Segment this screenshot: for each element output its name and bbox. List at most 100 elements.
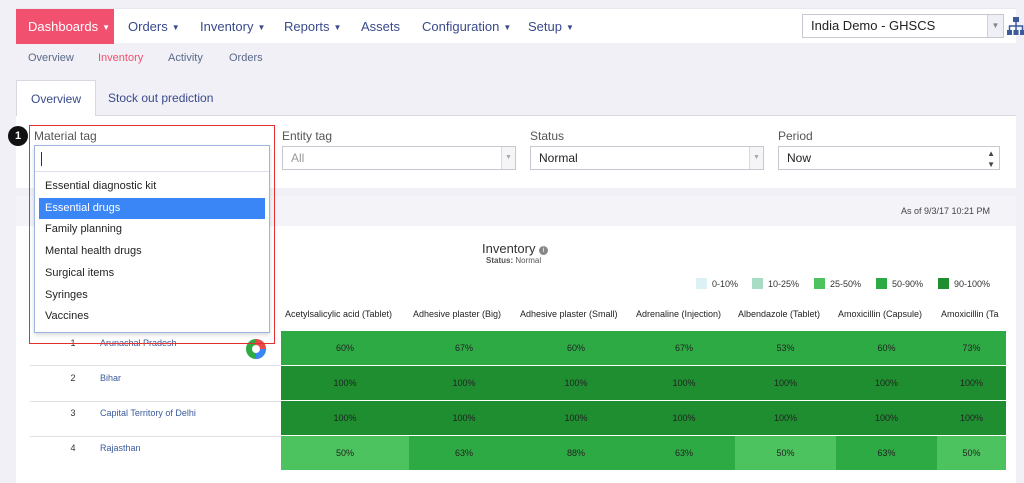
annotation-highlight: [29, 125, 275, 344]
legend-label: 0-10%: [712, 279, 739, 289]
tab-stock-out-prediction[interactable]: Stock out prediction: [94, 80, 227, 117]
nav-orders[interactable]: Orders ▼: [128, 9, 180, 44]
heatmap-cell[interactable]: 50%: [281, 436, 409, 470]
nav-orders-label: Orders: [128, 19, 168, 34]
caret-down-icon: ▼: [102, 23, 111, 32]
column-header: Acetylsalicylic acid (Tablet): [285, 309, 393, 319]
chevron-down-icon: ▼: [501, 147, 515, 169]
row-number: 2: [70, 373, 76, 383]
nav-setup[interactable]: Setup ▼: [528, 9, 574, 44]
info-icon[interactable]: i: [539, 246, 549, 255]
top-nav: Dashboards ▼ Orders ▼ Inventory ▼ Reports ▼ …: [16, 8, 1024, 44]
nav-reports-label: Reports: [284, 19, 330, 34]
heatmap-cell[interactable]: 63%: [409, 436, 519, 470]
nav-assets-label: Assets: [361, 19, 401, 34]
heatmap-cell[interactable]: 100%: [937, 366, 1006, 400]
annotation-callout: 1: [8, 126, 28, 146]
subnav-activity[interactable]: Activity: [168, 52, 203, 64]
column-header: Adrenaline (Injection): [636, 309, 722, 319]
legend-label: 50-90%: [892, 279, 924, 289]
caret-down-icon: ▼: [171, 23, 180, 32]
heatmap-cell[interactable]: 88%: [519, 436, 633, 470]
nav-assets[interactable]: Assets: [361, 9, 400, 44]
heatmap-cell[interactable]: 100%: [937, 401, 1006, 435]
heatmap-cell[interactable]: 53%: [735, 331, 836, 365]
status-select[interactable]: Normal ▼: [530, 146, 764, 170]
heatmap-cell[interactable]: 100%: [409, 401, 519, 435]
heatmap-cell[interactable]: 100%: [836, 366, 937, 400]
legend-swatch: [752, 278, 763, 289]
tab-overview[interactable]: Overview: [16, 80, 97, 117]
legend-item: 0-10%: [696, 278, 738, 290]
subnav-inventory[interactable]: Inventory: [98, 52, 143, 64]
period-select[interactable]: Now ▲ ▼: [778, 146, 1000, 170]
row-divider: [30, 401, 281, 402]
inventory-status: Status: Normal: [486, 256, 541, 265]
heatmap-cell[interactable]: 100%: [735, 366, 836, 400]
legend-swatch: [696, 278, 707, 289]
row-number: 3: [70, 408, 76, 418]
nav-configuration-label: Configuration: [422, 19, 500, 34]
status-value: Normal: [539, 151, 578, 165]
heatmap-cell[interactable]: 67%: [633, 331, 735, 365]
heatmap-cell[interactable]: 100%: [735, 401, 836, 435]
legend-label: 25-50%: [830, 279, 862, 289]
heatmap-cell[interactable]: 100%: [633, 401, 735, 435]
caret-down-icon: ▼: [257, 23, 266, 32]
heatmap-cell[interactable]: 100%: [281, 366, 409, 400]
legend-item: 90-100%: [938, 278, 990, 290]
row-divider: [30, 365, 281, 366]
period-value: Now: [787, 151, 812, 165]
nav-configuration[interactable]: Configuration ▼: [422, 9, 511, 44]
heatmap-cell[interactable]: 100%: [409, 366, 519, 400]
legend-item: 10-25%: [752, 278, 799, 290]
legend-swatch: [814, 278, 825, 289]
heatmap-cell[interactable]: 60%: [836, 331, 937, 365]
row-name-link[interactable]: Bihar: [100, 373, 121, 383]
nav-inventory[interactable]: Inventory ▼: [200, 9, 265, 44]
heatmap-cell[interactable]: 100%: [836, 401, 937, 435]
heatmap-cell[interactable]: 50%: [735, 436, 836, 470]
legend-swatch: [876, 278, 887, 289]
heatmap-cell[interactable]: 63%: [633, 436, 735, 470]
entity-tag-value: All: [291, 151, 305, 165]
hierarchy-icon[interactable]: [1006, 16, 1024, 36]
page: Dashboards ▼ Orders ▼ Inventory ▼ Reports ▼ …: [0, 0, 1024, 483]
nav-inventory-label: Inventory: [200, 19, 254, 34]
subnav-orders[interactable]: Orders: [229, 52, 263, 64]
heatmap-cell[interactable]: 100%: [281, 401, 409, 435]
heatmap-cell[interactable]: 100%: [633, 366, 735, 400]
status-val: Normal: [515, 256, 542, 265]
heatmap-cell[interactable]: 63%: [836, 436, 937, 470]
nav-reports[interactable]: Reports ▼: [284, 9, 341, 44]
nav-setup-label: Setup: [528, 19, 562, 34]
legend-item: 50-90%: [876, 278, 923, 290]
heatmap-cell[interactable]: 50%: [937, 436, 1006, 470]
legend-item: 25-50%: [814, 278, 861, 290]
nav-dashboards-label: Dashboards: [28, 19, 99, 34]
subnav-overview[interactable]: Overview: [28, 52, 74, 64]
heatmap-cell[interactable]: 60%: [519, 331, 633, 365]
column-header: Adhesive plaster (Small): [520, 309, 618, 319]
heatmap-cell[interactable]: 100%: [519, 401, 633, 435]
inventory-title: Inventory i: [482, 241, 549, 256]
row-divider: [30, 436, 281, 437]
heatmap-cell[interactable]: 60%: [281, 331, 409, 365]
status-key: Status:: [486, 256, 514, 265]
heatmap-cell[interactable]: 73%: [937, 331, 1006, 365]
caret-down-icon: ▼: [503, 23, 512, 32]
chevron-down-icon[interactable]: ▼: [987, 15, 1003, 37]
caret-down-icon: ▼: [333, 23, 342, 32]
row-name-link[interactable]: Rajasthan: [100, 443, 141, 453]
domain-select[interactable]: India Demo - GHSCS ▼: [802, 14, 1004, 38]
heatmap-cell[interactable]: 67%: [409, 331, 519, 365]
sub-nav: Overview Inventory Activity Orders: [16, 44, 1016, 74]
legend-swatch: [938, 278, 949, 289]
entity-tag-select[interactable]: All ▼: [282, 146, 516, 170]
row-name-link[interactable]: Capital Territory of Delhi: [100, 408, 196, 418]
heatmap-cell[interactable]: 100%: [519, 366, 633, 400]
legend-label: 10-25%: [768, 279, 800, 289]
as-of-timestamp: As of 9/3/17 10:21 PM: [900, 206, 990, 216]
nav-dashboards[interactable]: Dashboards ▼: [16, 9, 114, 44]
column-header: Amoxicillin (Capsule): [838, 309, 923, 319]
